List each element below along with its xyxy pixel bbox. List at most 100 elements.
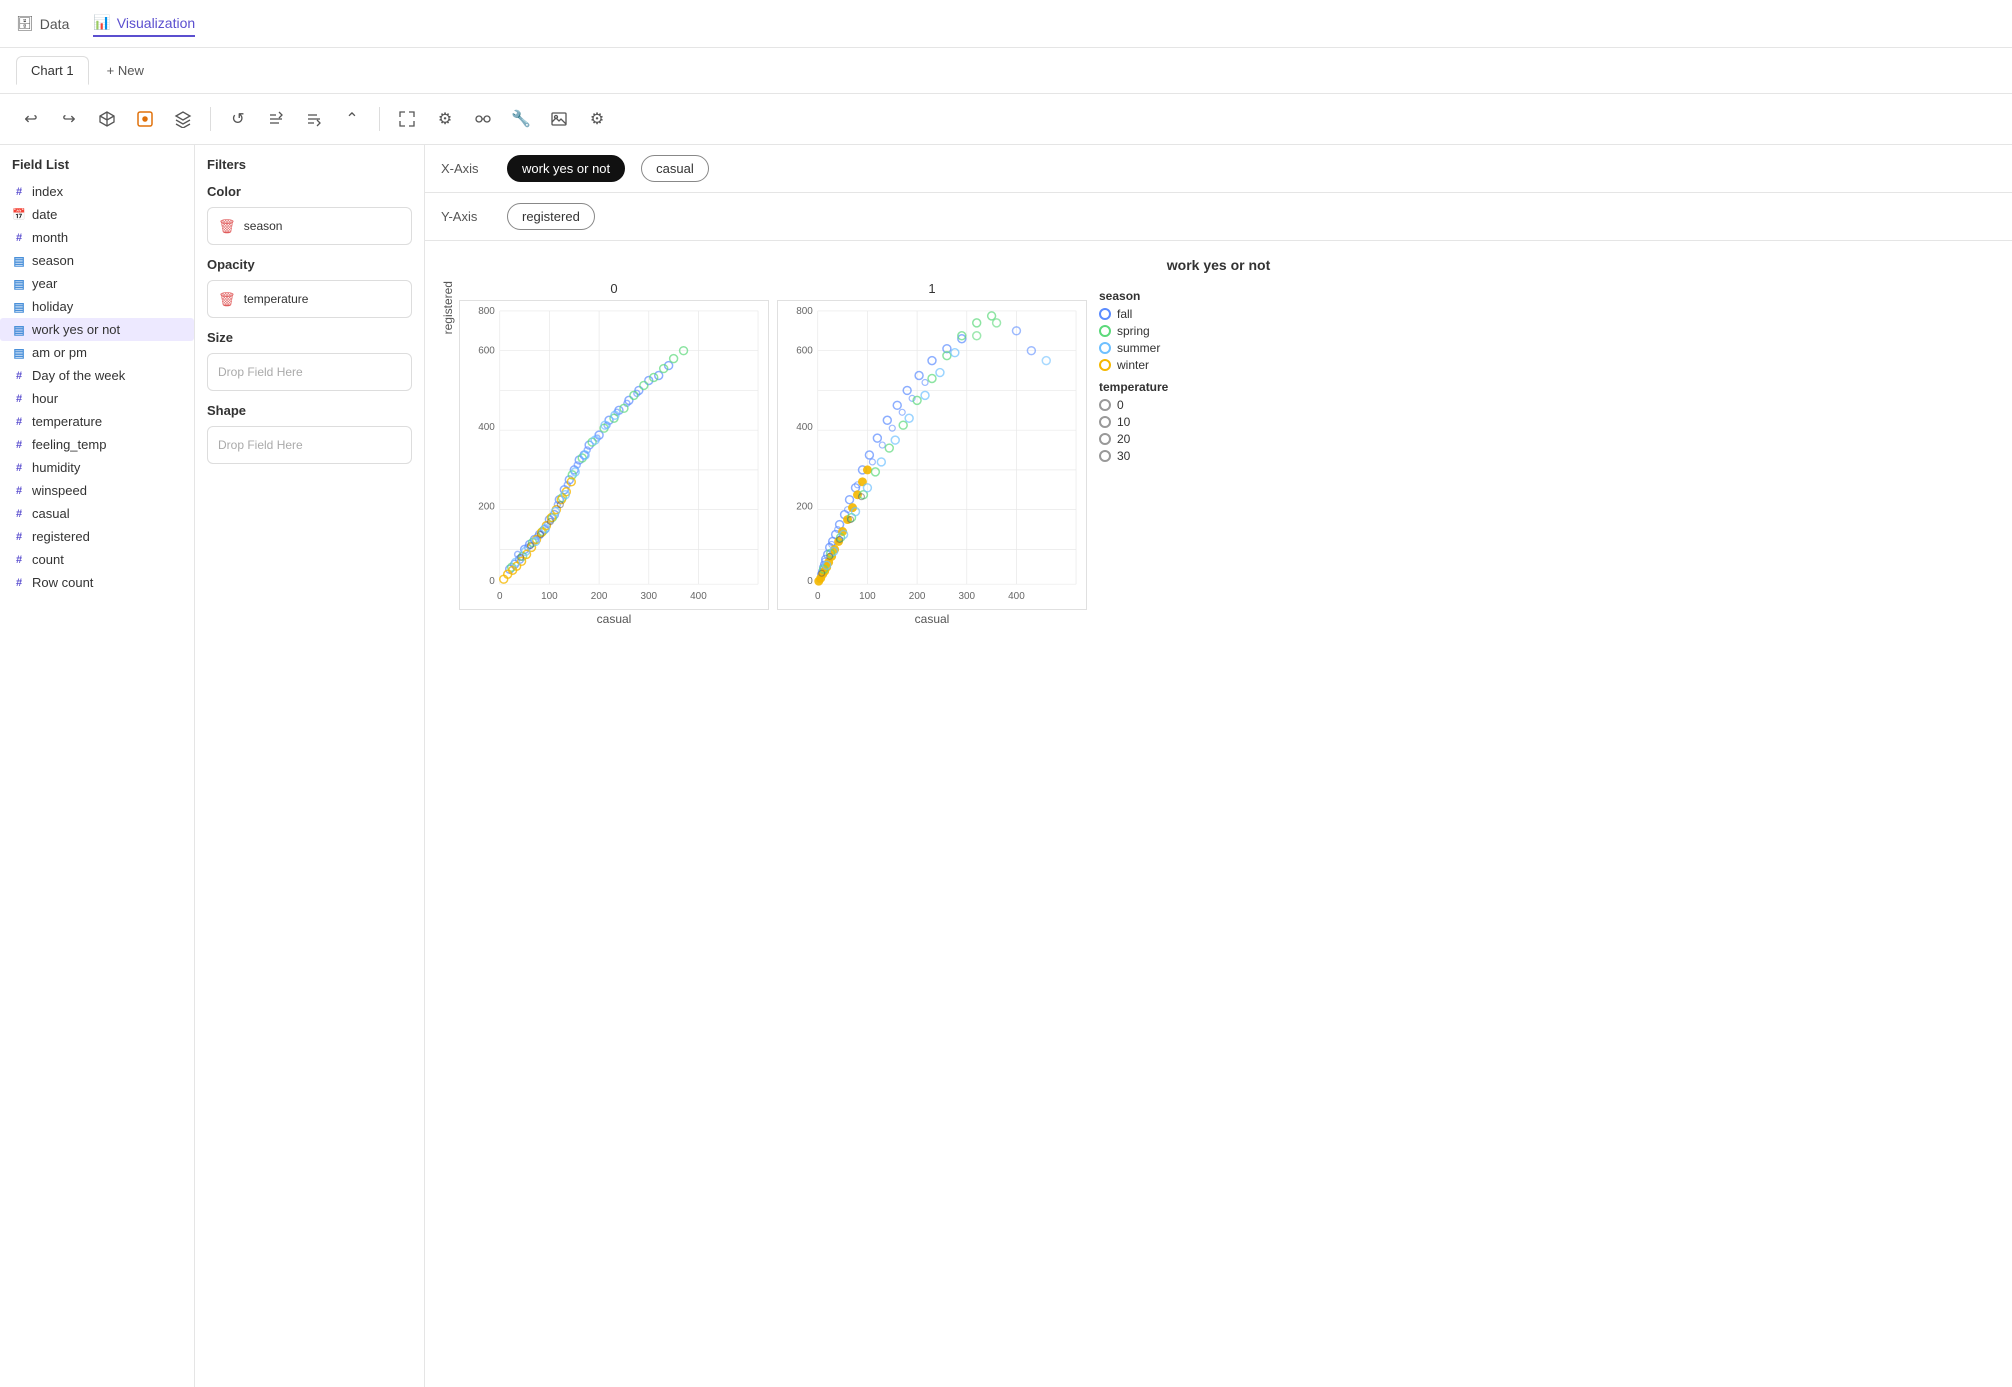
opacity-field[interactable]: 🗑 temperature bbox=[207, 280, 412, 318]
field-feeling-temp[interactable]: # feeling_temp bbox=[0, 433, 194, 456]
x-axis-config: X-Axis work yes or not casual bbox=[425, 145, 2012, 193]
field-humidity[interactable]: # humidity bbox=[0, 456, 194, 479]
legend-season-title: season bbox=[1099, 289, 1185, 303]
x-axis-field-casual[interactable]: casual bbox=[641, 155, 709, 182]
y-axis-field-registered[interactable]: registered bbox=[507, 203, 595, 230]
svg-text:200: 200 bbox=[909, 591, 926, 602]
refresh-button[interactable]: ↺ bbox=[223, 104, 253, 134]
legend-temp-10: 10 bbox=[1099, 415, 1185, 429]
chart-legend: season fall spring summer bbox=[1087, 281, 1197, 474]
svg-text:0: 0 bbox=[807, 576, 813, 587]
3d-button[interactable] bbox=[92, 104, 122, 134]
tab-new[interactable]: + New bbox=[93, 57, 158, 84]
nav-visualization[interactable]: 📊 Visualization bbox=[93, 10, 195, 37]
color-field[interactable]: 🗑 season bbox=[207, 207, 412, 245]
svg-text:600: 600 bbox=[796, 346, 813, 357]
wrench-button[interactable]: 🔧 bbox=[506, 104, 536, 134]
spring-color bbox=[1099, 325, 1111, 337]
field-work-yes-or-not[interactable]: ▤ work yes or not bbox=[0, 318, 194, 341]
connect-button[interactable] bbox=[468, 104, 498, 134]
scatter-svg-1: 800 600 400 200 0 0 100 200 300 400 bbox=[777, 300, 1087, 610]
toolbar: ↩ ↪ ↺ ⌃ bbox=[0, 94, 2012, 145]
hash-icon: # bbox=[12, 370, 26, 382]
field-registered[interactable]: # registered bbox=[0, 525, 194, 548]
trash-icon[interactable]: 🗑 bbox=[218, 218, 236, 235]
svg-text:200: 200 bbox=[796, 502, 813, 513]
x-axis-label: X-Axis bbox=[441, 161, 491, 176]
sep1 bbox=[210, 107, 211, 131]
hash-icon: # bbox=[12, 416, 26, 428]
field-count[interactable]: # count bbox=[0, 548, 194, 571]
trash-icon[interactable]: 🗑 bbox=[218, 291, 236, 308]
field-holiday[interactable]: ▤ holiday bbox=[0, 295, 194, 318]
field-season[interactable]: ▤ season bbox=[0, 249, 194, 272]
hash-icon: # bbox=[12, 232, 26, 244]
svg-text:200: 200 bbox=[478, 502, 495, 513]
svg-text:600: 600 bbox=[478, 346, 495, 357]
panel-label-1: 1 bbox=[777, 281, 1087, 296]
svg-text:300: 300 bbox=[640, 591, 657, 602]
temp10-color bbox=[1099, 416, 1111, 428]
layers-button[interactable] bbox=[168, 104, 198, 134]
sort-asc-button[interactable] bbox=[261, 104, 291, 134]
temp20-color bbox=[1099, 433, 1111, 445]
field-list-title: Field List bbox=[0, 157, 194, 180]
temp30-color bbox=[1099, 450, 1111, 462]
sort-desc-button[interactable] bbox=[299, 104, 329, 134]
settings1-button[interactable]: ⚙ bbox=[430, 104, 460, 134]
y-axis-text: registered bbox=[441, 281, 455, 334]
doc-icon: ▤ bbox=[12, 254, 26, 268]
svg-text:100: 100 bbox=[859, 591, 876, 602]
field-day-of-week[interactable]: # Day of the week bbox=[0, 364, 194, 387]
field-index[interactable]: # index bbox=[0, 180, 194, 203]
hash-icon: # bbox=[12, 531, 26, 543]
field-list-panel: Field List # index 📅 date # month ▤ seas… bbox=[0, 145, 195, 1387]
fall-color bbox=[1099, 308, 1111, 320]
hash-icon: # bbox=[12, 439, 26, 451]
svg-text:400: 400 bbox=[1008, 591, 1025, 602]
field-row-count[interactable]: # Row count bbox=[0, 571, 194, 594]
tab-chart1[interactable]: Chart 1 bbox=[16, 56, 89, 85]
field-month[interactable]: # month bbox=[0, 226, 194, 249]
doc-icon: ▤ bbox=[12, 300, 26, 314]
chevron-button[interactable]: ⌃ bbox=[337, 104, 367, 134]
select-button[interactable] bbox=[130, 104, 160, 134]
image-button[interactable] bbox=[544, 104, 574, 134]
field-year[interactable]: ▤ year bbox=[0, 272, 194, 295]
nav-data[interactable]: 🗄 Data bbox=[16, 11, 69, 36]
tab-bar: Chart 1 + New bbox=[0, 48, 2012, 94]
undo-button[interactable]: ↩ bbox=[16, 104, 46, 134]
scatter-panel-0: 0 bbox=[459, 281, 769, 626]
color-title: Color bbox=[207, 184, 412, 199]
chart-title: work yes or not bbox=[441, 257, 1996, 273]
field-casual[interactable]: # casual bbox=[0, 502, 194, 525]
svg-text:800: 800 bbox=[478, 306, 495, 317]
size-field[interactable]: Drop Field Here bbox=[207, 353, 412, 391]
scatter-svg-0: 800 600 400 200 0 0 100 200 300 400 bbox=[459, 300, 769, 610]
field-date[interactable]: 📅 date bbox=[0, 203, 194, 226]
svg-text:800: 800 bbox=[796, 306, 813, 317]
hash-icon: # bbox=[12, 462, 26, 474]
svg-text:0: 0 bbox=[497, 591, 503, 602]
hash-icon: # bbox=[12, 554, 26, 566]
main-layout: Field List # index 📅 date # month ▤ seas… bbox=[0, 145, 2012, 1387]
shape-field[interactable]: Drop Field Here bbox=[207, 426, 412, 464]
x-axis-field-work[interactable]: work yes or not bbox=[507, 155, 625, 182]
redo-button[interactable]: ↪ bbox=[54, 104, 84, 134]
hash-icon: # bbox=[12, 186, 26, 198]
expand-button[interactable] bbox=[392, 104, 422, 134]
y-axis-config: Y-Axis registered bbox=[425, 193, 2012, 241]
field-am-or-pm[interactable]: ▤ am or pm bbox=[0, 341, 194, 364]
panel-label-0: 0 bbox=[459, 281, 769, 296]
svg-text:300: 300 bbox=[958, 591, 975, 602]
summer-color bbox=[1099, 342, 1111, 354]
legend-temperature-title: temperature bbox=[1099, 380, 1185, 394]
settings2-button[interactable]: ⚙ bbox=[582, 104, 612, 134]
svg-text:0: 0 bbox=[489, 576, 495, 587]
svg-text:100: 100 bbox=[541, 591, 558, 602]
legend-temp-30: 30 bbox=[1099, 449, 1185, 463]
field-temperature[interactable]: # temperature bbox=[0, 410, 194, 433]
x-axis-label-0: casual bbox=[459, 612, 769, 626]
field-winspeed[interactable]: # winspeed bbox=[0, 479, 194, 502]
field-hour[interactable]: # hour bbox=[0, 387, 194, 410]
